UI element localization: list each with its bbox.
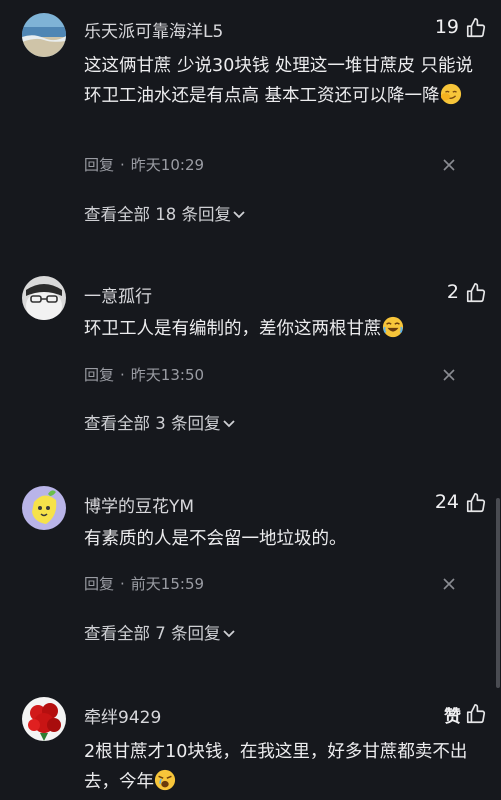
like-label: 赞: [444, 707, 461, 727]
thumbs-up-icon[interactable]: [465, 703, 487, 725]
view-all-replies-label: 查看全部 7 条回复: [84, 624, 221, 643]
reply-button[interactable]: 回复: [84, 366, 114, 384]
comment-time: 昨天10:29: [130, 156, 205, 174]
like-count: 2: [446, 281, 459, 303]
reply-button[interactable]: 回复: [84, 156, 114, 174]
comment-time: 昨天13:50: [130, 366, 205, 384]
view-all-replies-label: 查看全部 3 条回复: [84, 414, 221, 433]
comment-meta: 回复 · 昨天13:50: [84, 364, 204, 385]
avatar[interactable]: [22, 13, 66, 57]
comment-text-content: 2根甘蔗才10块钱，在我这里，好多甘蔗都卖不出去，今年: [84, 742, 468, 792]
close-icon[interactable]: [443, 159, 455, 171]
comment-text: 2根甘蔗才10块钱，在我这里，好多甘蔗都卖不出去，今年: [84, 737, 474, 797]
avatar[interactable]: [22, 697, 66, 741]
comment-username[interactable]: 博学的豆花YM: [84, 492, 194, 517]
separator-dot: ·: [120, 575, 125, 593]
thumbs-up-icon[interactable]: [465, 17, 487, 39]
scrollbar[interactable]: [493, 0, 501, 800]
comment-meta: 回复 · 昨天10:29: [84, 154, 204, 175]
view-all-replies-label: 查看全部 18 条回复: [84, 205, 231, 224]
comment-text: 有素质的人是不会留一地垃圾的。: [84, 524, 474, 554]
like-count: 19: [434, 16, 459, 38]
comment-text-content: 这这俩甘蔗 少说30块钱 处理这一堆甘蔗皮 只能说环卫工油水还是有点高 基本工资…: [84, 56, 473, 106]
avatar[interactable]: [22, 276, 66, 320]
chevron-down-icon: [222, 420, 235, 428]
separator-dot: ·: [120, 366, 125, 384]
scrollbar-thumb[interactable]: [496, 498, 500, 688]
close-icon[interactable]: [443, 369, 455, 381]
laughing-emoji-icon: [382, 316, 403, 338]
view-all-replies-button[interactable]: 查看全部 7 条回复: [84, 620, 235, 644]
thumbs-up-icon[interactable]: [465, 282, 487, 304]
like-count: 24: [434, 491, 459, 513]
comment-text-content: 有素质的人是不会留一地垃圾的。: [84, 529, 347, 549]
comment-time: 前天15:59: [130, 575, 205, 593]
comment-username[interactable]: 一意孤行: [84, 282, 152, 307]
avatar[interactable]: [22, 486, 66, 530]
comment-text: 环卫工人是有编制的，差你这两根甘蔗: [84, 314, 474, 344]
comment-text: 这这俩甘蔗 少说30块钱 处理这一堆甘蔗皮 只能说环卫工油水还是有点高 基本工资…: [84, 51, 474, 111]
reply-button[interactable]: 回复: [84, 575, 114, 593]
comment-meta: 回复 · 前天15:59: [84, 573, 204, 594]
smirk-emoji-icon: [440, 83, 461, 105]
comment-username[interactable]: 乐天派可靠海洋L5: [84, 17, 223, 42]
chevron-down-icon: [233, 211, 245, 219]
comment-username[interactable]: 牵绊9429: [84, 703, 161, 728]
weary-emoji-icon: [154, 769, 176, 791]
separator-dot: ·: [120, 156, 125, 174]
view-all-replies-button[interactable]: 查看全部 18 条回复: [84, 201, 245, 225]
view-all-replies-button[interactable]: 查看全部 3 条回复: [84, 410, 235, 434]
thumbs-up-icon[interactable]: [465, 492, 487, 514]
chevron-down-icon: [222, 630, 235, 638]
comment-text-content: 环卫工人是有编制的，差你这两根甘蔗: [84, 319, 382, 339]
close-icon[interactable]: [443, 578, 455, 590]
